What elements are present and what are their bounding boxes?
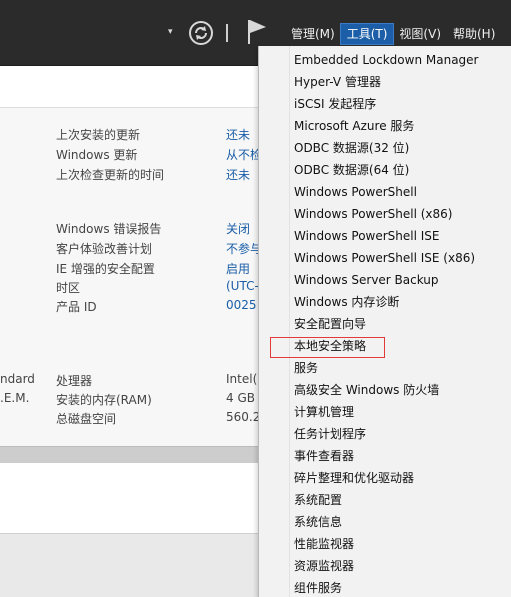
menu-item-defrag[interactable]: 碎片整理和优化驱动器 [294,469,414,487]
prop-value-timezone[interactable]: (UTC- [226,279,259,293]
menu-item-services[interactable]: 服务 [294,359,318,377]
properties-area: 上次安装的更新 还未 Windows 更新 从不检 上次检查更新的时间 还未 W… [0,108,262,446]
menu-item-resource-monitor[interactable]: 资源监视器 [294,557,354,575]
prop-label-ie-esc: IE 增强的安全配置 [56,262,155,276]
menu-item-memory-diagnostic[interactable]: Windows 内存诊断 [294,293,399,311]
menu-icon-gutter [259,46,290,597]
prop-label-processor: 处理器 [56,374,93,388]
prop-label-timezone: 时区 [56,281,81,295]
prop-value-ceip[interactable]: 不参与 [226,240,262,257]
menu-item-odbc-32[interactable]: ODBC 数据源(32 位) [294,139,409,157]
prop-value-ram: 4 GB [226,391,255,405]
prop-label-ram: 安装的内存(RAM) [56,393,152,407]
menu-item-powershell-ise[interactable]: Windows PowerShell ISE [294,227,440,245]
menu-manage[interactable]: 管理(M) [285,24,341,44]
prop-value-last-installed-updates[interactable]: 还未 [226,126,250,143]
menu-item-iscsi-initiator[interactable]: iSCSI 发起程序 [294,95,376,113]
menu-tools[interactable]: 工具(T) [339,23,395,45]
menu-item-security-config-wizard[interactable]: 安全配置向导 [294,315,366,333]
toolbar-divider [226,24,228,42]
menu-item-hyperv-manager[interactable]: Hyper-V 管理器 [294,73,381,91]
prop-label-windows-update: Windows 更新 [56,148,138,162]
horizontal-scrollbar[interactable] [0,446,258,463]
menu-item-event-viewer[interactable]: 事件查看器 [294,447,354,465]
menu-item-powershell-x86[interactable]: Windows PowerShell (x86) [294,205,452,223]
menu-item-computer-management[interactable]: 计算机管理 [294,403,354,421]
prop-label-product-id: 产品 ID [56,300,97,314]
prop-value-ie-esc[interactable]: 启用 [226,260,250,277]
navigation-dropdown-arrow-icon[interactable]: ▾ [168,26,173,38]
prop-value-processor: Intel( [226,372,258,386]
prop-value-windows-update[interactable]: 从不检 [226,146,262,163]
prop-cut-text: ndard [0,372,35,386]
prop-label-last-checked-updates: 上次检查更新的时间 [56,168,165,182]
prop-label-disk-space: 总磁盘空间 [56,412,117,426]
local-security-policy-highlight [270,337,385,358]
menu-item-powershell-ise-x86[interactable]: Windows PowerShell ISE (x86) [294,249,475,267]
refresh-icon[interactable] [188,20,214,46]
menu-item-azure-services[interactable]: Microsoft Azure 服务 [294,117,414,135]
menu-item-advanced-firewall[interactable]: 高级安全 Windows 防火墙 [294,381,439,399]
pane-header [0,66,258,108]
menu-item-embedded-lockdown-manager[interactable]: Embedded Lockdown Manager [294,51,478,69]
menu-item-powershell[interactable]: Windows PowerShell [294,183,417,201]
prop-value-last-checked-updates[interactable]: 还未 [226,166,250,183]
bottom-panel [0,534,258,597]
menu-help[interactable]: 帮助(H) [447,24,501,44]
menu-item-server-backup[interactable]: Windows Server Backup [294,271,439,289]
menu-item-task-scheduler[interactable]: 任务计划程序 [294,425,366,443]
prop-label-last-installed-updates: 上次安装的更新 [56,128,141,142]
menu-item-odbc-64[interactable]: ODBC 数据源(64 位) [294,161,409,179]
notification-flag-icon[interactable] [246,18,268,46]
prop-label-error-reporting: Windows 错误报告 [56,222,162,236]
menu-item-component-services[interactable]: 组件服务 [294,579,342,597]
menu-item-system-configuration[interactable]: 系统配置 [294,491,342,509]
prop-cut-text: .E.M. [0,391,30,405]
menu-view[interactable]: 视图(V) [393,24,447,44]
menu-item-system-information[interactable]: 系统信息 [294,513,342,531]
prop-value-disk-space: 560.2 [226,410,261,424]
prop-label-ceip: 客户体验改善计划 [56,242,153,256]
menu-bar: 管理(M) 工具(T) 视图(V) 帮助(H) [285,23,501,45]
properties-pane: 上次安装的更新 还未 Windows 更新 从不检 上次检查更新的时间 还未 W… [0,66,262,597]
prop-value-error-reporting[interactable]: 关闭 [226,220,250,237]
menu-item-performance-monitor[interactable]: 性能监视器 [294,535,354,553]
lower-panel [0,463,258,534]
tools-dropdown-menu: Embedded Lockdown Manager Hyper-V 管理器 iS… [258,46,511,597]
prop-value-product-id[interactable]: 0025 [226,298,257,312]
